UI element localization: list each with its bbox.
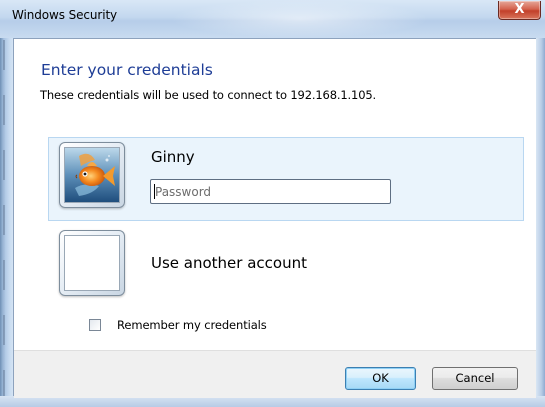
window-frame-right: [536, 0, 545, 407]
other-account-avatar[interactable]: [59, 230, 125, 296]
dialog-body: Enter your credentials These credentials…: [13, 38, 536, 398]
close-icon: X: [514, 2, 525, 17]
title-bar-glow: [170, 0, 430, 38]
remember-credentials-label[interactable]: Remember my credentials: [117, 318, 267, 332]
window-title: Windows Security: [12, 8, 118, 22]
blank-avatar-icon: [64, 235, 120, 291]
window-frame-shadow: [3, 40, 5, 407]
ok-button[interactable]: OK: [345, 367, 416, 390]
dialog-heading: Enter your credentials: [41, 61, 213, 79]
account-name: Ginny: [151, 148, 195, 166]
title-bar[interactable]: Windows Security X: [0, 0, 545, 38]
goldfish-avatar-icon: [64, 147, 120, 203]
window-frame-left: [0, 0, 13, 407]
use-another-account-label[interactable]: Use another account: [151, 254, 307, 272]
dialog-subtext: These credentials will be used to connec…: [40, 88, 377, 102]
cancel-button[interactable]: Cancel: [432, 367, 518, 390]
password-input[interactable]: [150, 179, 391, 204]
screen: Windows Security X Enter your credential…: [0, 0, 545, 407]
remember-credentials-checkbox[interactable]: [89, 319, 101, 331]
account-avatar[interactable]: [59, 142, 125, 208]
text-caret: [154, 184, 155, 199]
close-button[interactable]: X: [498, 1, 541, 20]
